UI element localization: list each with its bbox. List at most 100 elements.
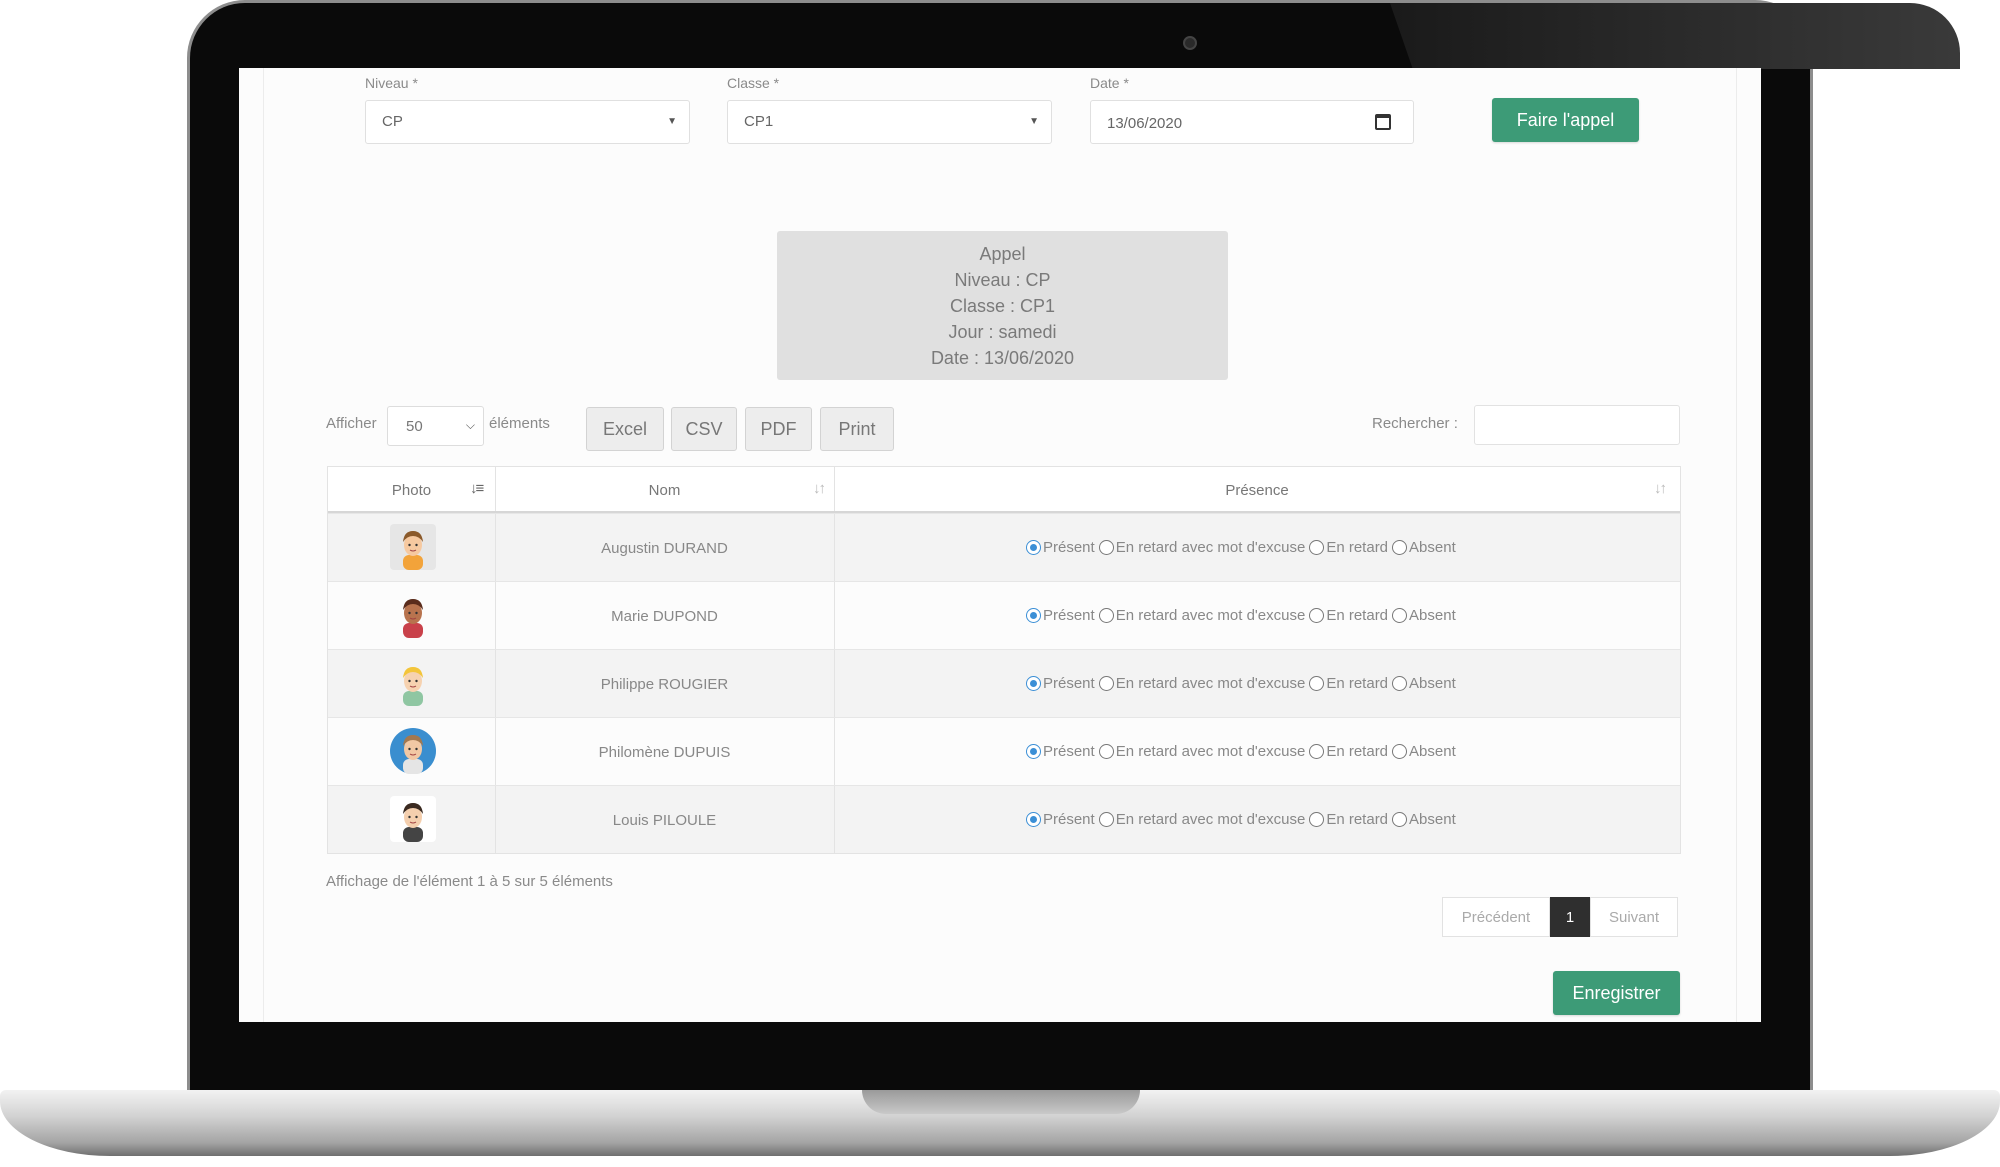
summary-niveau: Niveau : CP [954, 270, 1051, 290]
summary-classe: Classe : CP1 [949, 296, 1056, 316]
calendar-icon[interactable] [1375, 114, 1391, 130]
chevron-down-icon: ⌵ [465, 418, 475, 432]
student-name: Louis PILOULE [612, 811, 717, 829]
presence-option-label: Présent [1043, 539, 1095, 556]
lid-reflection [1390, 3, 1960, 69]
classe-select[interactable]: CP1 ▼ [727, 100, 1052, 144]
column-header-nom[interactable]: Nom [495, 467, 834, 513]
sort-icon[interactable]: ↓↑ [813, 480, 826, 497]
presence-radio-group: Présent En retard avec mot d'excuse En ret… [1024, 811, 1458, 828]
search-input[interactable] [1474, 405, 1680, 445]
student-name: Marie DUPOND [611, 607, 718, 625]
presence-option-label: En retard avec mot d'excuse [1115, 811, 1306, 828]
presence-radio-3[interactable] [1392, 540, 1408, 555]
presence-radio-group: Présent En retard avec mot d'excuse En ret… [1024, 743, 1458, 760]
column-header-presence[interactable]: Présence [834, 467, 1680, 513]
presence-radio-2[interactable] [1309, 608, 1325, 623]
pagination-next[interactable]: Suivant [1590, 897, 1678, 937]
table-row: Augustin DURAND Présent En retard avec mot… [328, 513, 1680, 581]
table-row: Philippe ROUGIER Présent En retard avec mo… [328, 649, 1680, 717]
presence-option-label: Absent [1409, 539, 1456, 556]
presence-radio-0[interactable] [1026, 540, 1041, 555]
column-label: Photo [391, 481, 432, 499]
column-divider [834, 786, 835, 853]
presence-option-label: Absent [1409, 607, 1456, 624]
girl-avatar-icon [390, 592, 436, 638]
presence-radio-1[interactable] [1098, 812, 1114, 827]
presence-option-label: En retard [1326, 743, 1389, 760]
laptop-notch [862, 1090, 1140, 1114]
summary-jour: Jour : samedi [948, 322, 1057, 342]
presence-radio-2[interactable] [1309, 540, 1325, 555]
content-border-right [1736, 68, 1737, 1022]
table-row: Louis PILOULE Présent En retard avec mot d… [328, 785, 1680, 853]
table-row: Philomène DUPUIS Présent En retard avec mo… [328, 717, 1680, 785]
page-length-select[interactable]: 50 ⌵ [387, 406, 484, 446]
niveau-select[interactable]: CP ▼ [365, 100, 690, 144]
presence-radio-3[interactable] [1392, 744, 1408, 759]
presence-radio-3[interactable] [1392, 608, 1408, 623]
presence-option-label: Présent [1043, 811, 1095, 828]
table-body: Augustin DURAND Présent En retard avec mot… [328, 513, 1680, 853]
date-input[interactable]: 13/06/2020 [1090, 100, 1414, 144]
presence-radio-group: Présent En retard avec mot d'excuse En ret… [1024, 675, 1458, 692]
chevron-down-icon: ▼ [667, 116, 677, 127]
presence-radio-1[interactable] [1098, 540, 1114, 555]
sort-asc-icon[interactable]: ↓≡ [470, 480, 484, 497]
faire-appel-button[interactable]: Faire l'appel [1492, 98, 1639, 142]
presence-option-label: Absent [1409, 743, 1456, 760]
pagination: Précédent 1 Suivant [1442, 897, 1678, 937]
table-header: Photo ↓≡ Nom ↓↑ Présence ↓↑ [328, 467, 1680, 513]
search-label: Rechercher : [1372, 415, 1458, 432]
presence-radio-0[interactable] [1026, 608, 1041, 623]
presence-option-label: En retard [1326, 675, 1389, 692]
presence-radio-1[interactable] [1098, 608, 1114, 623]
boy-avatar-icon [390, 524, 436, 570]
date-label: Date * [1090, 75, 1129, 91]
presence-radio-1[interactable] [1098, 744, 1114, 759]
presence-radio-0[interactable] [1026, 676, 1041, 691]
pagination-previous[interactable]: Précédent [1442, 897, 1550, 937]
appel-summary: Appel Niveau : CP Classe : CP1 Jour : sa… [777, 231, 1228, 380]
export-csv-button[interactable]: CSV [671, 407, 737, 451]
presence-option-label: Présent [1043, 743, 1095, 760]
summary-title: Appel [979, 244, 1026, 264]
presence-option-label: Absent [1409, 675, 1456, 692]
presence-option-label: En retard [1326, 607, 1389, 624]
app-screen: Niveau * CP ▼ Classe * CP1 ▼ Date * 13/0… [239, 68, 1761, 1022]
presence-radio-3[interactable] [1392, 812, 1408, 827]
export-excel-button[interactable]: Excel [586, 407, 664, 451]
presence-radio-2[interactable] [1309, 812, 1325, 827]
presence-option-label: En retard avec mot d'excuse [1115, 743, 1306, 760]
print-button[interactable]: Print [820, 407, 894, 451]
page-length-value: 50 [406, 418, 423, 435]
presence-option-label: Présent [1043, 607, 1095, 624]
presence-option-label: En retard avec mot d'excuse [1115, 607, 1306, 624]
pagination-page-1[interactable]: 1 [1550, 897, 1590, 937]
presence-option-label: En retard [1326, 539, 1389, 556]
presence-radio-3[interactable] [1392, 676, 1408, 691]
save-button[interactable]: Enregistrer [1553, 971, 1680, 1015]
presence-radio-0[interactable] [1026, 812, 1041, 827]
blond-boy-avatar-icon [390, 660, 436, 706]
column-divider [834, 514, 835, 581]
presence-radio-2[interactable] [1309, 676, 1325, 691]
content-border-left [263, 68, 264, 1022]
presence-radio-2[interactable] [1309, 744, 1325, 759]
export-pdf-button[interactable]: PDF [745, 407, 812, 451]
presence-radio-1[interactable] [1098, 676, 1114, 691]
student-name: Augustin DURAND [601, 539, 728, 557]
classe-value: CP1 [744, 113, 774, 130]
date-value: 13/06/2020 [1107, 115, 1183, 132]
table-row: Marie DUPOND Présent En retard avec mot d'… [328, 581, 1680, 649]
camera-icon [1183, 36, 1197, 50]
sort-icon[interactable]: ↓↑ [1654, 480, 1667, 497]
column-divider [834, 650, 835, 717]
table-info: Affichage de l'élément 1 à 5 sur 5 éléme… [326, 873, 613, 890]
man-avatar-icon [390, 796, 436, 842]
summary-date: Date : 13/06/2020 [930, 348, 1075, 368]
show-entries-prefix: Afficher [326, 415, 377, 432]
presence-option-label: En retard avec mot d'excuse [1115, 539, 1306, 556]
presence-radio-0[interactable] [1026, 744, 1041, 759]
attendance-table: Photo ↓≡ Nom ↓↑ Présence ↓↑ Augustin DUR… [327, 466, 1681, 854]
